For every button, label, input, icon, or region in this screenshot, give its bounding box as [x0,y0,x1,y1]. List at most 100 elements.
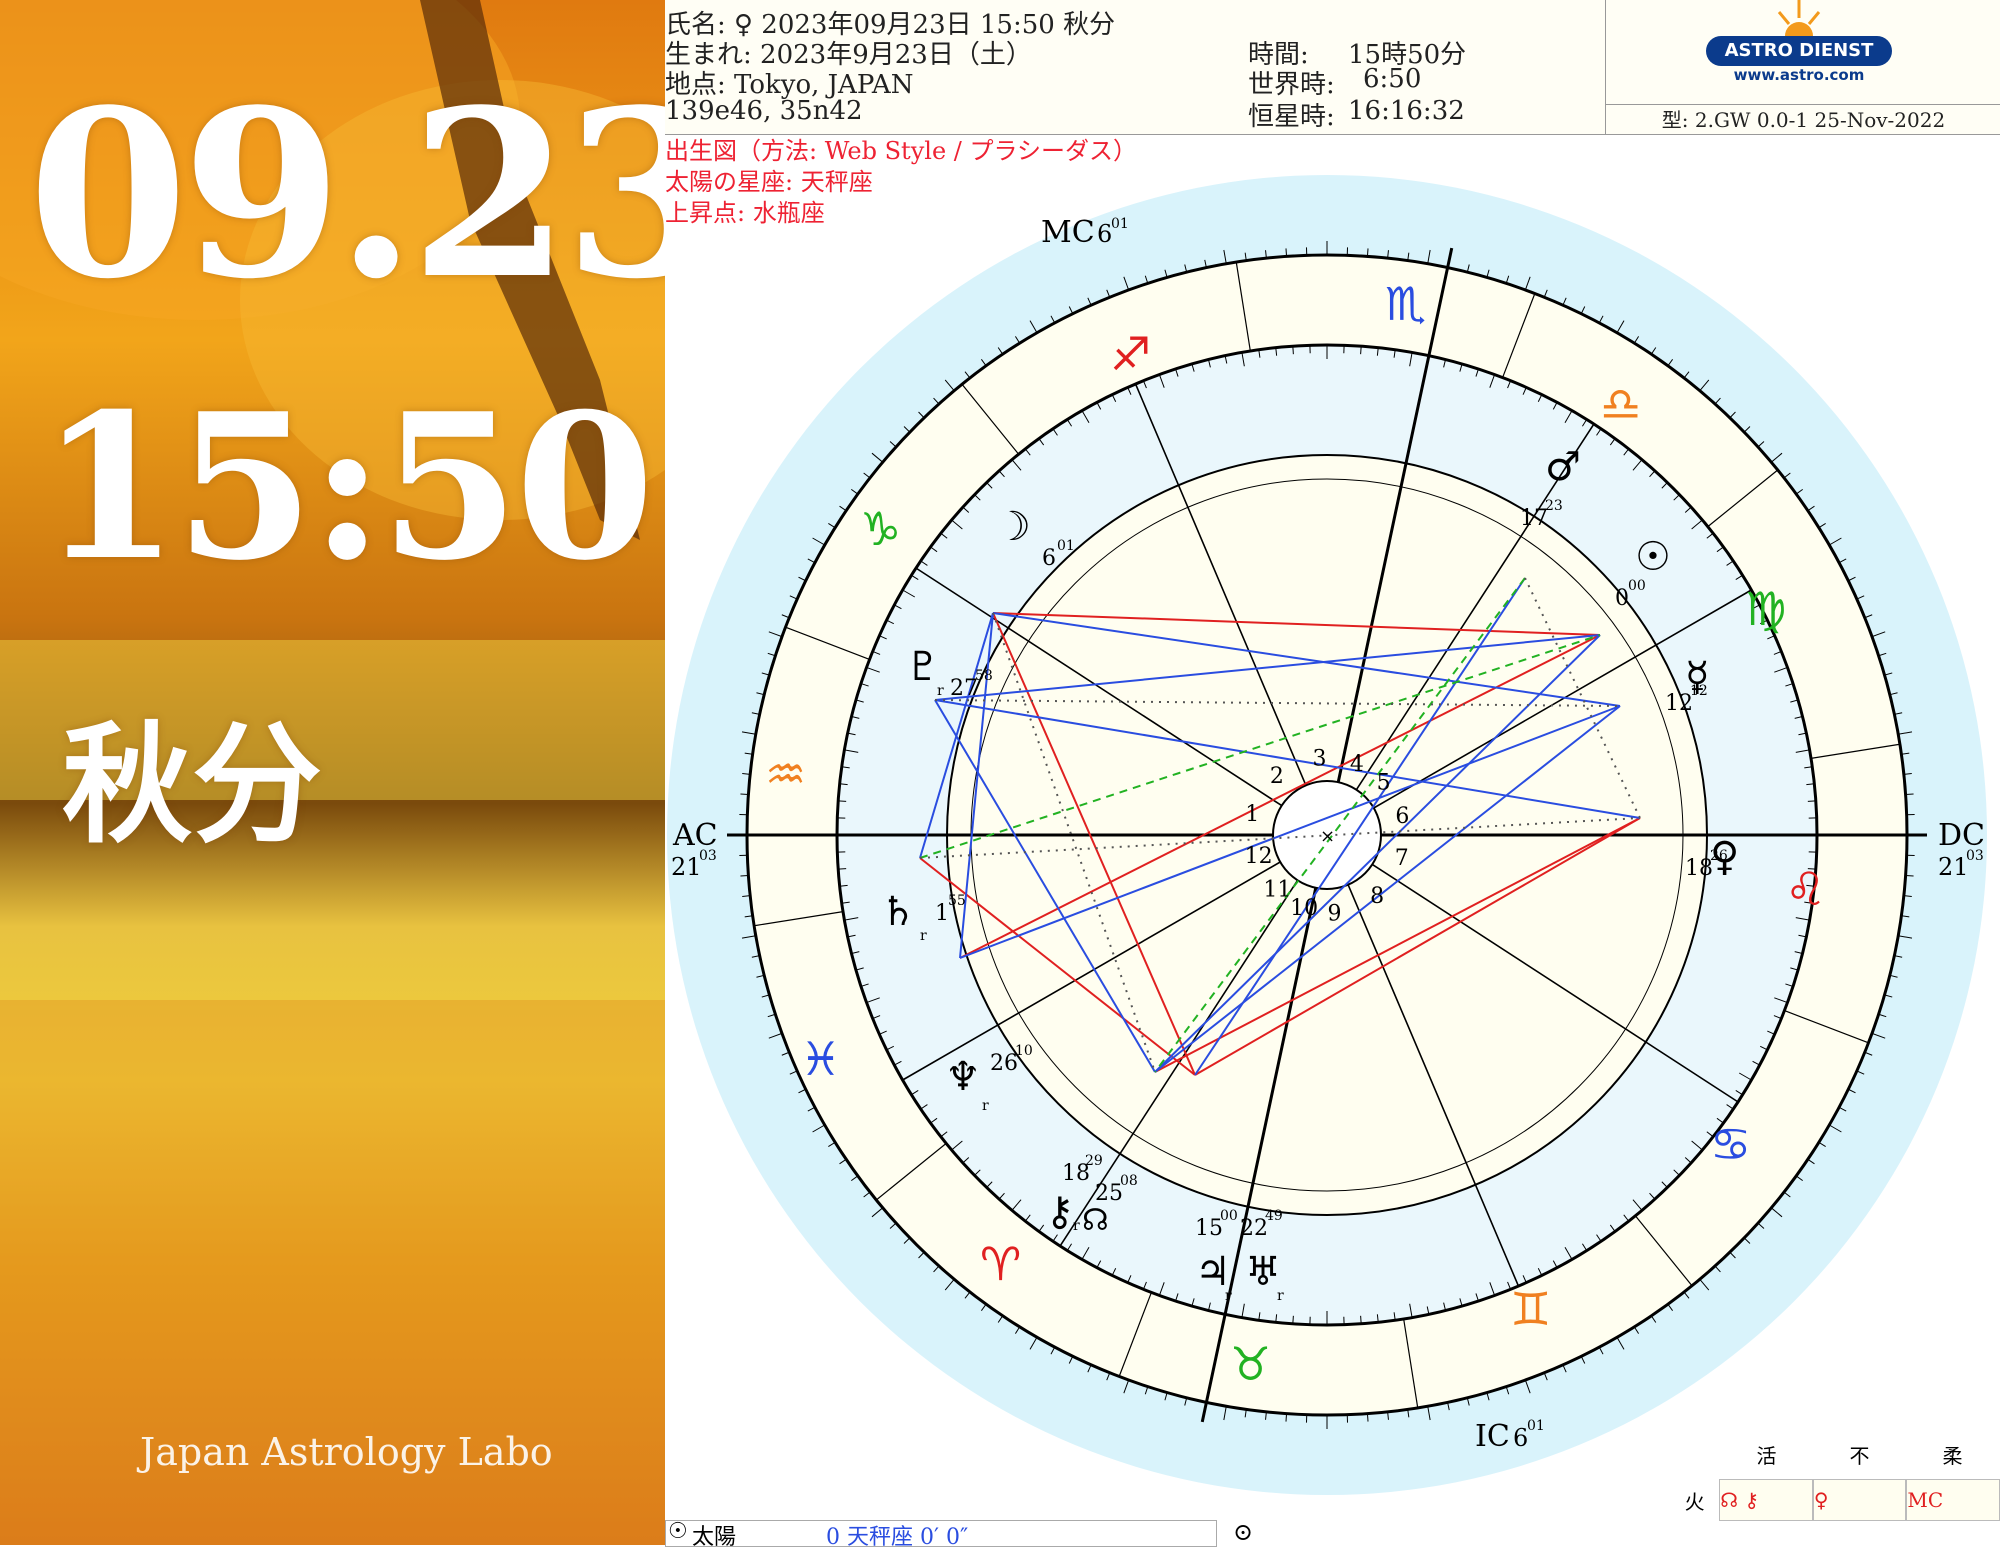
house-number: 3 [1313,746,1327,771]
inner-degree-tick [838,801,846,802]
sun-symbol-icon: ⊙ [1233,1518,1253,1546]
neptune-icon: ♆ [945,1054,981,1100]
house-number: 7 [1395,846,1409,871]
house-number: 2 [1270,764,1284,789]
coords-line: 139e46, 35n42 [665,96,863,126]
mc-degree: 6 [1097,220,1112,248]
moon-degree: 6 [1042,546,1056,571]
sun-row-icon: ☉ [668,1519,688,1544]
table-header-fixed: 不 [1813,1440,1906,1469]
center-mark: × [1320,826,1335,847]
degree-tick [1906,794,1914,795]
mc-minute: 01 [1111,216,1129,232]
house-number: 9 [1327,902,1341,927]
degree-tick [740,875,748,876]
aries-icon: ♈ [980,1237,1021,1291]
taurus-icon: ♉ [1230,1337,1271,1391]
degree-tick [740,794,748,795]
house-number: 10 [1290,896,1318,921]
inner-degree-tick [1808,801,1816,802]
table-header-mutable: 柔 [1906,1440,1999,1469]
mars-degree: 17 [1520,506,1548,531]
dc-degree: 21 [1938,853,1969,881]
mercury-minute: 12 [1690,683,1708,699]
natal-chart-wheel: AC 21 03 DC 21 03 MC 6 01 IC 6 01 ♏ ♐ ♑ … [665,150,2000,1530]
sidereal-label: 恒星時: [1248,96,1335,133]
inner-degree-tick [1293,346,1294,354]
sidereal-value: 16:16:32 [1348,96,1465,126]
ut-value: 6:50 [1363,64,1421,94]
sun-minute: 00 [1628,578,1646,594]
aquarius-icon: ♒ [765,747,806,801]
neptune-degree: 26 [990,1051,1018,1076]
event-title: 秋分 [62,680,322,868]
house-number: 4 [1350,752,1364,777]
degree-tick [1367,1414,1368,1422]
jupiter-minute: 00 [1220,1208,1238,1224]
table-cell-mutable: MC [1906,1479,2000,1521]
logo-url: www.astro.com [1706,66,1892,84]
neptune-retro: r [982,1098,989,1114]
pluto-degree: 27 [950,676,978,701]
astrodienst-logo: ASTRO DIENST www.astro.com 型: 2.GW 0.0-1… [1605,0,2000,134]
neptune-minute: 10 [1015,1043,1033,1059]
degree-tick [1286,248,1287,256]
autumn-photo-panel: 09.23 15:50 秋分 Japan Astrology Labo [0,0,665,1545]
leo-icon: ♌ [1785,862,1826,916]
brand-label: Japan Astrology Labo [140,1430,553,1474]
table-row-fire-label: 火 [1670,1486,1719,1515]
pisces-icon: ♓ [800,1032,841,1086]
cancer-icon: ♋ [1710,1117,1751,1171]
table-header-cardinal: 活 [1720,1440,1813,1469]
uranus-retro: r [1277,1288,1284,1304]
uranus-icon: ♅ [1245,1249,1281,1295]
ic-minute: 01 [1527,1418,1545,1434]
mars-minute: 23 [1545,498,1563,514]
degree-tick [1367,248,1368,256]
mars-icon: ♂ [1545,444,1581,490]
gemini-icon: ♊ [1510,1282,1551,1336]
pluto-retro: r [937,683,944,699]
sun-row-value: 0 天秤座 0′ 0″ [826,1519,968,1551]
virgo-icon: ♍ [1745,582,1786,636]
chiron-icon: ⚷ [1045,1189,1074,1235]
date-heading: 09.23 [28,60,665,330]
chiron-retro: r [1073,1218,1080,1234]
natal-chart-panel: 氏名: ♀ 2023年09月23日 15:50 秋分 生まれ: 2023年9月2… [665,0,2000,1545]
venus-minute: 26 [1710,848,1728,864]
uranus-minute: 49 [1265,1208,1283,1224]
sagittarius-icon: ♐ [1110,327,1151,381]
house-number: 5 [1377,770,1391,795]
ic-label: IC [1475,1419,1510,1454]
house-number: 8 [1370,884,1384,909]
saturn-degree: 1 [935,901,949,926]
scorpio-icon: ♏ [1385,277,1426,331]
time-heading: 15:50 [40,370,650,605]
jupiter-retro: r [1225,1288,1232,1304]
sun-logo-icon [1774,0,1824,36]
house-number: 12 [1245,844,1273,869]
moon-icon: ☽ [995,504,1031,550]
node-minute: 08 [1120,1173,1138,1189]
mercury-degree: 12 [1665,691,1693,716]
table-cell-cardinal: ☊ ⚷ [1719,1479,1813,1521]
ac-degree: 21 [671,853,702,881]
sun-icon: ☉ [1635,534,1671,580]
chart-header: 氏名: ♀ 2023年09月23日 15:50 秋分 生まれ: 2023年9月2… [665,0,2000,135]
venus-degree: 18 [1685,856,1713,881]
pluto-icon: ♇ [905,644,941,690]
capricorn-icon: ♑ [860,502,901,556]
pluto-minute: 58 [975,668,993,684]
inner-degree-tick [1361,1316,1362,1324]
moon-minute: 01 [1057,538,1075,554]
inner-degree-tick [838,869,846,870]
version-line: 型: 2.GW 0.0-1 25-Nov-2022 [1606,104,2000,135]
chiron-minute: 29 [1085,1153,1103,1169]
node-degree: 25 [1095,1181,1123,1206]
sun-position-row: ☉ 太陽 0 天秤座 0′ 0″ [665,1520,1217,1547]
jupiter-degree: 15 [1195,1216,1223,1241]
sun-degree: 0 [1615,586,1629,611]
degree-tick [1286,1414,1287,1422]
degree-tick [1906,875,1914,876]
inner-degree-tick [1361,346,1362,354]
